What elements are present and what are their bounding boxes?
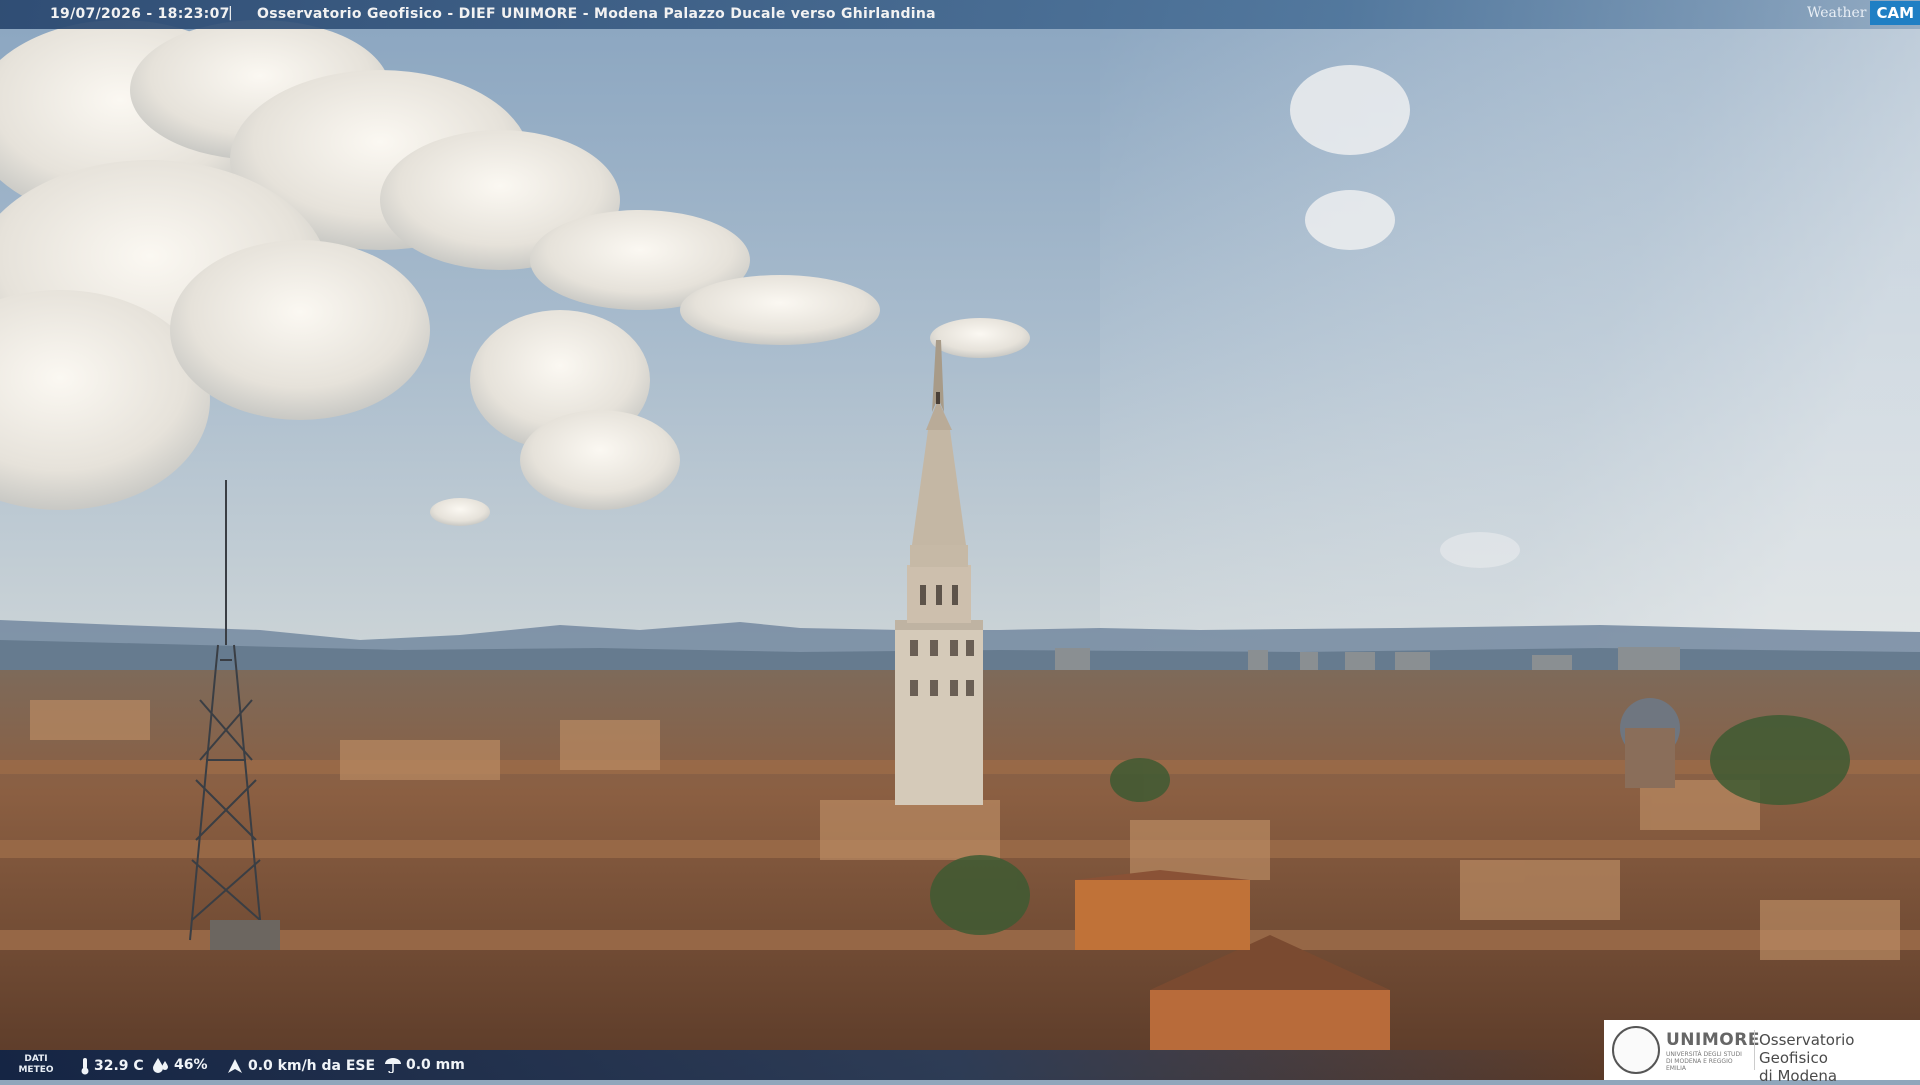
rain-readout: 0.0 mm — [384, 1057, 465, 1073]
dome — [1620, 698, 1680, 788]
humidity-readout: 46% — [152, 1057, 208, 1073]
humidity-drop-icon — [153, 1058, 168, 1073]
title-separator: | — [228, 5, 233, 21]
temperature-value: 32.9 C — [94, 1058, 144, 1074]
camera-title: Osservatorio Geofisico - DIEF UNIMORE - … — [257, 6, 936, 22]
weathercam-logo-cam: CAM — [1870, 0, 1920, 25]
branding-divider — [1754, 1030, 1755, 1070]
dati-meteo-label: DATI METEO — [18, 1054, 54, 1075]
temperature-readout: 32.9 C — [80, 1057, 144, 1075]
rain-gauge-icon — [385, 1058, 401, 1073]
rain-value: 0.0 mm — [406, 1057, 465, 1073]
sunlight-haze — [1100, 0, 1920, 680]
top-overlay-bar: 19/07/2026 - 18:23:07 | Osservatorio Geo… — [0, 0, 1920, 29]
weather-data-bar: DATI METEO 32.9 C 46% 0.0 km/h da ESE 0.… — [0, 1050, 1600, 1080]
wind-readout: 0.0 km/h da ESE — [226, 1057, 375, 1075]
webcam-photo — [0, 0, 1920, 1080]
thermometer-icon — [81, 1058, 89, 1075]
unimore-branding: UNIMORE UNIVERSITÀ DEGLI STUDI DI MODENA… — [1604, 1020, 1920, 1085]
timestamp: 19/07/2026 - 18:23:07 — [50, 6, 230, 22]
weathercam-logo-weather: Weather — [1806, 4, 1867, 21]
observatory-name: Osservatorio Geofisico di Modena — [1759, 1031, 1855, 1085]
university-subtitle: UNIVERSITÀ DEGLI STUDI DI MODENA E REGGI… — [1666, 1051, 1742, 1072]
wind-icon — [228, 1059, 242, 1073]
university-name: UNIMORE — [1666, 1030, 1760, 1050]
weathercam-logo: Weather CAM — [1803, 0, 1920, 25]
humidity-value: 46% — [174, 1057, 208, 1073]
university-seal-logo — [1612, 1026, 1660, 1074]
wind-value: 0.0 km/h da ESE — [248, 1058, 376, 1074]
